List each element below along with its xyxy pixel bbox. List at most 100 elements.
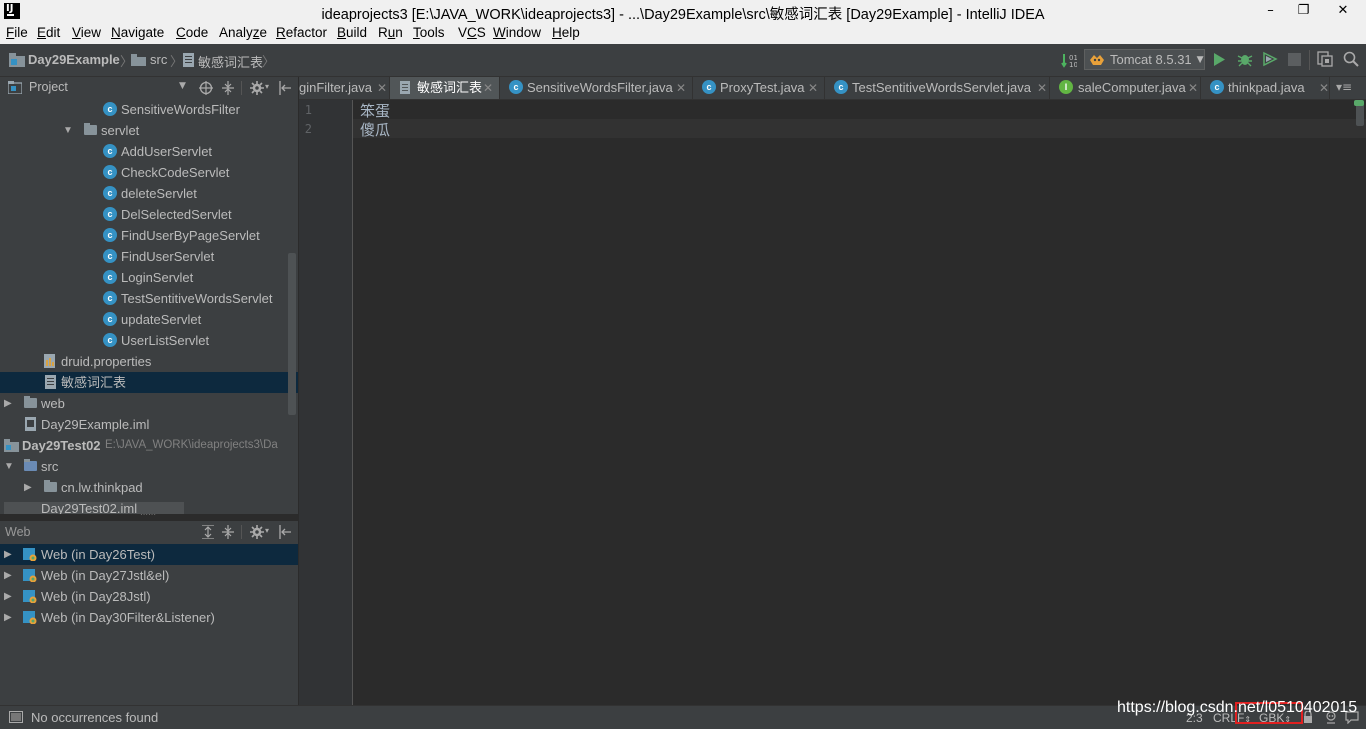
tab-sale-computer[interactable]: I saleComputer.java ✕	[1050, 77, 1201, 99]
close-tab-icon[interactable]: ✕	[808, 77, 818, 99]
menu-window[interactable]: Window	[493, 25, 541, 40]
collapsed-arrow-icon[interactable]: ▶	[4, 393, 12, 414]
gear-icon[interactable]	[250, 81, 264, 95]
collapsed-arrow-icon[interactable]: ▶	[4, 586, 12, 607]
web-facet-item[interactable]: ▶ Web (in Day28Jstl)	[0, 586, 298, 607]
stop-icon[interactable]	[1288, 53, 1301, 66]
close-tab-icon[interactable]: ✕	[1319, 77, 1329, 99]
collapsed-arrow-icon[interactable]: ▶	[24, 477, 32, 498]
collapsed-arrow-icon[interactable]: ▶	[4, 565, 12, 586]
project-panel-title[interactable]: Project	[29, 80, 68, 94]
tree-item-class[interactable]: c DelSelectedServlet	[0, 204, 298, 225]
tree-item-folder[interactable]: ▼ src	[0, 456, 298, 477]
inspection-status-icon[interactable]	[1354, 100, 1364, 106]
run-configuration-dropdown[interactable]: Tomcat 8.5.31 ▼	[1084, 49, 1205, 70]
breadcrumb-file[interactable]: 敏感词汇表	[198, 52, 263, 71]
chevron-down-icon[interactable]: ▾	[265, 82, 269, 91]
gear-icon[interactable]	[250, 525, 264, 539]
menu-navigate[interactable]: Navigate	[111, 25, 164, 40]
run-icon[interactable]	[1212, 52, 1226, 67]
tab-test-sentitive-words-servlet[interactable]: c TestSentitiveWordsServlet.java ✕	[825, 77, 1050, 99]
properties-file-icon	[44, 354, 55, 368]
vertical-scrollbar[interactable]	[288, 253, 296, 415]
menu-file[interactable]: File	[6, 25, 28, 40]
folder-icon	[24, 396, 37, 408]
tab-thinkpad[interactable]: c thinkpad.java ✕	[1201, 77, 1330, 99]
code-editor[interactable]	[353, 100, 1366, 705]
tab-login-filter[interactable]: ginFilter.java ✕	[299, 77, 390, 99]
web-facet-item[interactable]: ▶ Web (in Day27Jstl&el)	[0, 565, 298, 586]
tree-item-class[interactable]: c CheckCodeServlet	[0, 162, 298, 183]
close-tab-icon[interactable]: ✕	[377, 77, 387, 99]
text-file-icon	[183, 53, 194, 67]
menu-view[interactable]: View	[72, 25, 101, 40]
close-tab-icon[interactable]: ✕	[676, 77, 686, 99]
restore-button[interactable]: ❐	[1287, 0, 1320, 23]
collapsed-arrow-icon[interactable]: ▶	[4, 607, 12, 628]
tab-sensitive-words-list[interactable]: 敏感词汇表 ✕	[390, 77, 500, 99]
menu-tools[interactable]: Tools	[413, 25, 445, 40]
web-facet-item[interactable]: ▶ Web (in Day26Test)	[0, 544, 298, 565]
close-tab-icon[interactable]: ✕	[1188, 77, 1198, 99]
menu-help[interactable]: Help	[552, 25, 580, 40]
collapsed-arrow-icon[interactable]: ▶	[4, 544, 12, 565]
tree-item-file[interactable]: Day29Example.iml	[0, 414, 298, 435]
build-project-icon[interactable]: 0110	[1061, 52, 1077, 68]
tree-item-class[interactable]: c LoginServlet	[0, 267, 298, 288]
project-structure-icon[interactable]	[1317, 51, 1333, 67]
expand-all-icon[interactable]	[201, 525, 215, 539]
menu-analyze[interactable]: Analyze	[219, 25, 267, 40]
menu-build[interactable]: Build	[337, 25, 367, 40]
expanded-arrow-icon[interactable]: ▼	[4, 456, 14, 477]
menu-edit[interactable]: Edit	[37, 25, 60, 40]
collapse-all-icon[interactable]	[221, 81, 235, 95]
navigation-bar: Day29Example 〉 src 〉 敏感词汇表 〉 01 10 Tomcat…	[0, 44, 1366, 77]
breadcrumb-folder[interactable]: src	[150, 52, 167, 67]
tree-item-class[interactable]: c updateServlet	[0, 309, 298, 330]
chevron-down-icon[interactable]: ▾	[265, 526, 269, 535]
web-facet-item[interactable]: ▶ Web (in Day30Filter&Listener)	[0, 607, 298, 628]
folder-icon	[84, 123, 97, 135]
close-tab-icon[interactable]: ✕	[483, 77, 493, 99]
tree-item-file-selected[interactable]: 敏感词汇表	[0, 372, 298, 393]
web-panel-title[interactable]: Web	[5, 525, 30, 539]
tree-item-class[interactable]: c FindUserByPageServlet	[0, 225, 298, 246]
menu-run[interactable]: Run	[378, 25, 403, 40]
close-window-button[interactable]: ✕	[1320, 0, 1366, 23]
tree-item-folder[interactable]: ▼ servlet	[0, 120, 298, 141]
menu-vcs[interactable]: VCS	[458, 25, 486, 40]
close-tab-icon[interactable]: ✕	[1037, 77, 1047, 99]
expanded-arrow-icon[interactable]: ▼	[63, 120, 73, 141]
breadcrumb-project[interactable]: Day29Example	[28, 52, 120, 67]
tab-overflow-menu[interactable]: ▾≡	[1336, 80, 1352, 94]
minimize-button[interactable]: –	[1254, 0, 1287, 23]
collapse-all-icon[interactable]	[221, 525, 235, 539]
coverage-icon[interactable]	[1262, 51, 1278, 67]
tree-item-file[interactable]: druid.properties	[0, 351, 298, 372]
hide-panel-icon[interactable]	[279, 525, 291, 539]
tab-proxy-test[interactable]: c ProxyTest.java ✕	[693, 77, 825, 99]
locate-target-icon[interactable]	[199, 81, 213, 95]
tree-item-class[interactable]: c deleteServlet	[0, 183, 298, 204]
code-line[interactable]: 傻瓜	[360, 119, 390, 140]
tree-item-class[interactable]: c UserListServlet	[0, 330, 298, 351]
search-icon[interactable]	[1343, 51, 1359, 67]
tree-item-class[interactable]: c SensitiveWordsFilter	[0, 99, 298, 120]
tree-item-class[interactable]: c TestSentitiveWordsServlet	[0, 288, 298, 309]
tab-sensitive-words-filter[interactable]: c SensitiveWordsFilter.java ✕	[500, 77, 693, 99]
toolbar-divider	[1309, 50, 1310, 70]
folder-icon	[131, 54, 146, 66]
menu-refactor[interactable]: Refactor	[276, 25, 327, 40]
chevron-down-icon[interactable]: ▼	[179, 81, 186, 91]
tree-item-folder[interactable]: ▶ web	[0, 393, 298, 414]
tree-item-module[interactable]: Day29Test02 E:\JAVA_WORK\ideaprojects3\D…	[0, 435, 298, 456]
tree-item-class[interactable]: c AddUserServlet	[0, 141, 298, 162]
splitter-grip[interactable]: ⋯⋯	[140, 511, 158, 519]
menu-code[interactable]: Code	[176, 25, 208, 40]
code-line[interactable]: 笨蛋	[360, 100, 390, 121]
tool-windows-icon[interactable]	[9, 711, 23, 723]
hide-panel-icon[interactable]	[279, 81, 291, 95]
tree-item-package[interactable]: ▶ cn.lw.thinkpad	[0, 477, 298, 498]
debug-icon[interactable]	[1237, 51, 1253, 67]
tree-item-class[interactable]: c FindUserServlet	[0, 246, 298, 267]
